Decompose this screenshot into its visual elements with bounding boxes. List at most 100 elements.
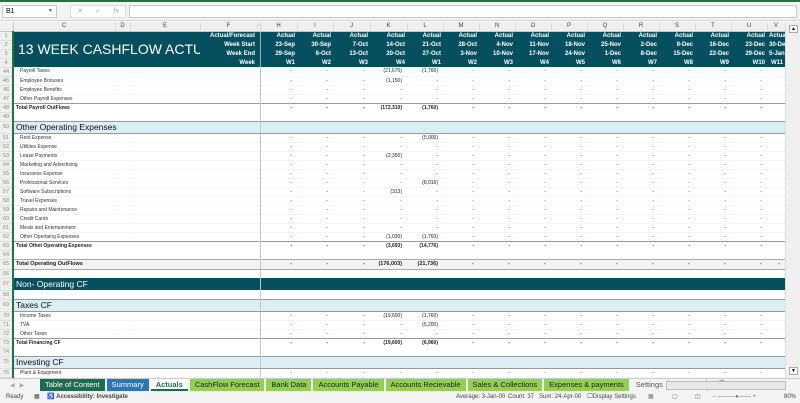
value-cell[interactable] <box>260 347 297 356</box>
value-cell[interactable]: - <box>659 311 695 321</box>
value-cell[interactable]: (1,030) <box>370 232 407 242</box>
value-cell[interactable] <box>623 298 659 312</box>
value-cell[interactable] <box>767 142 785 152</box>
value-cell[interactable]: - <box>407 187 443 197</box>
value-cell[interactable] <box>370 355 407 369</box>
value-cell[interactable]: - <box>623 205 659 215</box>
cell[interactable] <box>200 368 257 378</box>
value-cell[interactable]: - <box>623 76 659 86</box>
value-cell[interactable]: - <box>479 94 515 104</box>
value-cell[interactable] <box>695 290 731 299</box>
row-number[interactable]: 53 <box>0 151 14 161</box>
value-cell[interactable]: - <box>260 320 297 330</box>
value-cell[interactable]: - <box>260 142 297 152</box>
value-cell[interactable] <box>443 290 479 299</box>
value-cell[interactable]: - <box>407 76 443 86</box>
row-label[interactable]: Other Operating Expenses <box>13 120 200 134</box>
value-cell[interactable] <box>479 112 515 121</box>
row-label[interactable] <box>13 269 200 278</box>
value-cell[interactable]: (6,960) <box>407 337 443 347</box>
value-cell[interactable] <box>479 347 515 356</box>
value-cell[interactable]: - <box>443 102 479 112</box>
value-cell[interactable] <box>443 269 479 278</box>
cell[interactable] <box>200 151 257 161</box>
row-label[interactable] <box>13 250 200 259</box>
value-cell[interactable]: - <box>297 169 333 179</box>
value-cell[interactable]: - <box>443 76 479 86</box>
value-cell[interactable] <box>587 290 623 299</box>
row-label[interactable] <box>13 112 200 121</box>
value-cell[interactable] <box>731 290 767 299</box>
value-cell[interactable]: - <box>443 240 479 250</box>
value-cell[interactable] <box>587 112 623 121</box>
value-cell[interactable] <box>479 355 515 369</box>
value-cell[interactable]: - <box>333 196 370 206</box>
value-cell[interactable]: - <box>260 240 297 250</box>
value-cell[interactable]: - <box>443 169 479 179</box>
value-cell[interactable]: - <box>695 329 731 339</box>
value-cell[interactable]: (19,600) <box>370 337 407 347</box>
value-cell[interactable]: - <box>407 142 443 152</box>
value-cell[interactable]: - <box>515 196 551 206</box>
value-cell[interactable]: (21,736) <box>407 258 443 270</box>
value-cell[interactable] <box>767 187 785 197</box>
value-cell[interactable]: - <box>659 329 695 339</box>
value-cell[interactable] <box>515 347 551 356</box>
value-cell[interactable] <box>370 298 407 312</box>
value-cell[interactable]: - <box>479 205 515 215</box>
value-cell[interactable]: - <box>260 329 297 339</box>
cell[interactable] <box>200 205 257 215</box>
value-cell[interactable]: - <box>587 223 623 233</box>
value-cell[interactable]: - <box>587 169 623 179</box>
value-cell[interactable]: - <box>731 142 767 152</box>
value-cell[interactable] <box>515 269 551 278</box>
value-cell[interactable]: (3,693) <box>370 240 407 250</box>
cell[interactable] <box>200 258 257 270</box>
value-cell[interactable]: - <box>551 102 587 112</box>
value-cell[interactable] <box>333 269 370 278</box>
value-cell[interactable]: - <box>297 94 333 104</box>
value-cell[interactable] <box>695 355 731 369</box>
row-number[interactable]: 52 <box>0 142 14 152</box>
value-cell[interactable]: - <box>695 223 731 233</box>
insert-function-icon[interactable]: fx <box>113 6 118 17</box>
value-cell[interactable]: - <box>515 320 551 330</box>
row-label[interactable] <box>13 290 200 299</box>
row-number[interactable]: 61 <box>0 223 14 233</box>
value-cell[interactable]: - <box>731 196 767 206</box>
value-cell[interactable]: - <box>695 169 731 179</box>
value-cell[interactable]: - <box>479 232 515 242</box>
value-cell[interactable] <box>333 278 370 290</box>
value-cell[interactable]: - <box>333 169 370 179</box>
value-cell[interactable]: - <box>407 169 443 179</box>
row-number[interactable]: 67 <box>0 278 14 291</box>
value-cell[interactable]: - <box>333 205 370 215</box>
row-number[interactable]: 75 <box>0 356 14 369</box>
value-cell[interactable]: - <box>479 133 515 143</box>
value-cell[interactable]: - <box>260 196 297 206</box>
value-cell[interactable]: - <box>297 196 333 206</box>
page-break-icon[interactable]: ◫ <box>695 391 701 403</box>
row-label[interactable]: Repairs and Maintenance <box>13 205 200 215</box>
value-cell[interactable]: - <box>479 214 515 224</box>
value-cell[interactable]: - <box>407 223 443 233</box>
value-cell[interactable] <box>297 269 333 278</box>
value-cell[interactable]: - <box>515 102 551 112</box>
value-cell[interactable]: - <box>260 85 297 95</box>
tab-accounts-recievable[interactable]: Accounts Recievable <box>385 379 466 391</box>
value-cell[interactable]: (1,760) <box>407 311 443 321</box>
value-cell[interactable]: - <box>370 205 407 215</box>
value-cell[interactable] <box>407 290 443 299</box>
value-cell[interactable]: - <box>333 258 370 270</box>
value-cell[interactable]: - <box>297 67 333 77</box>
tab-summary[interactable]: Summary <box>106 379 149 391</box>
value-cell[interactable]: - <box>731 337 767 347</box>
value-cell[interactable]: - <box>515 76 551 86</box>
value-cell[interactable]: - <box>370 178 407 188</box>
zoom-level[interactable]: 80% <box>784 391 796 403</box>
tab-settings[interactable]: Settings <box>630 379 669 391</box>
value-cell[interactable]: - <box>731 329 767 339</box>
row-number[interactable]: 72 <box>0 329 14 339</box>
column-header-d[interactable]: D <box>115 22 131 32</box>
row-number[interactable]: 4 <box>0 58 14 68</box>
